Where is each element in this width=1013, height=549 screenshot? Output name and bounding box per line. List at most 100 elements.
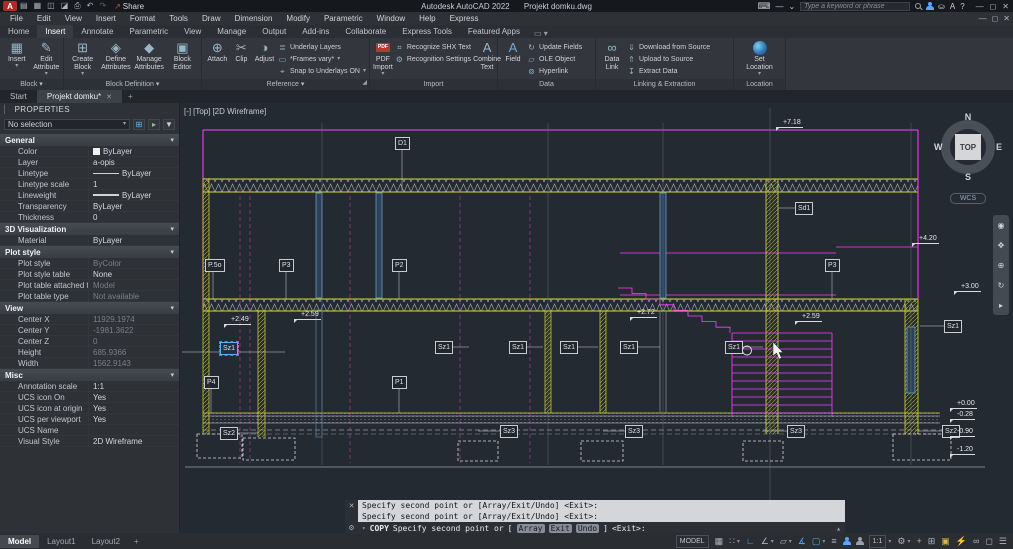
new-drawing-button[interactable]: +: [122, 90, 139, 103]
snap-mode-icon[interactable]: ∷: [729, 536, 735, 547]
beam-mark-p1[interactable]: P1: [392, 376, 407, 389]
prop-material[interactable]: MaterialByLayer: [0, 235, 179, 246]
option-array[interactable]: Array: [517, 524, 545, 533]
layout-tab-model[interactable]: Model: [0, 535, 39, 548]
sign-in-icon[interactable]: [926, 2, 933, 10]
tab-projekt-domku[interactable]: Projekt domku*✕: [37, 90, 122, 103]
compass-east[interactable]: E: [996, 142, 1002, 152]
section-mark-d1[interactable]: D1: [395, 137, 410, 150]
help-icon[interactable]: ?: [960, 2, 964, 11]
search-icon[interactable]: [915, 3, 921, 9]
insert-block-button[interactable]: ▦Insert▾: [3, 40, 31, 69]
snap-to-underlays-dropdown[interactable]: ⌖Snap to Underlays ON ▾: [278, 66, 366, 77]
save-as-icon[interactable]: ◪: [61, 1, 69, 11]
panel-label-block[interactable]: Block ▾: [0, 79, 63, 90]
annotation-visibility-icon[interactable]: [843, 537, 850, 545]
model-space-canvas[interactable]: [-][Top][2D Wireframe]: [180, 103, 1013, 533]
menu-dimension[interactable]: Dimension: [235, 14, 273, 23]
section-general[interactable]: General▾: [0, 134, 179, 146]
panel-label-location[interactable]: Location: [734, 79, 785, 90]
command-input-line[interactable]: ▾ COPY Specify second point or [ArrayExi…: [358, 522, 845, 533]
clip-button[interactable]: ✂Clip: [232, 40, 251, 64]
viewport-view-control[interactable]: [Top]: [193, 107, 210, 116]
layout-tab-layout1[interactable]: Layout1: [39, 535, 83, 548]
menu-tools[interactable]: Tools: [169, 14, 188, 23]
customization-icon[interactable]: ☰: [999, 536, 1007, 547]
doc-restore-button[interactable]: ◻: [992, 14, 999, 23]
prop-ucs-name[interactable]: UCS Name: [0, 425, 179, 436]
section-view[interactable]: View▾: [0, 302, 179, 314]
wall-mark-sz3-c[interactable]: Sz3: [787, 425, 805, 438]
wall-mark-sz1-e[interactable]: Sz1: [725, 341, 743, 354]
beam-mark-p5o[interactable]: P.5o: [205, 259, 225, 272]
prop-thickness[interactable]: Thickness0: [0, 212, 179, 223]
compass-south[interactable]: S: [965, 172, 971, 182]
prop-center-z[interactable]: Center Z0: [0, 336, 179, 347]
option-exit[interactable]: Exit: [549, 524, 572, 533]
ole-object-button[interactable]: ▱OLE Object: [527, 54, 582, 65]
isodraft-icon[interactable]: ▱: [780, 536, 787, 547]
pan-icon[interactable]: ✥: [998, 241, 1005, 250]
viewcube[interactable]: N S W E TOP: [936, 115, 1000, 179]
combine-text-button[interactable]: ACombine Text: [473, 40, 501, 72]
beam-mark-p3-left[interactable]: P3: [279, 259, 294, 272]
save-icon[interactable]: ◫: [47, 1, 55, 11]
new-file-icon[interactable]: ▤: [20, 1, 28, 11]
tab-featured-apps[interactable]: Featured Apps: [460, 25, 528, 38]
redo-icon[interactable]: ↷: [99, 1, 106, 11]
adjust-button[interactable]: ◑Adjust: [253, 40, 276, 64]
selection-dropdown[interactable]: No selection▾: [4, 119, 130, 130]
manage-attributes-button[interactable]: ◆Manage Attributes: [134, 40, 165, 72]
command-expand-icon[interactable]: ▴: [836, 524, 841, 533]
keyboard-icon[interactable]: ⌨: [757, 1, 770, 12]
autocad-logo[interactable]: A: [3, 1, 17, 11]
prop-plot-style[interactable]: Plot styleByColor: [0, 258, 179, 269]
upload-to-source-button[interactable]: ⇑Upload to Source: [627, 54, 710, 65]
menu-express[interactable]: Express: [450, 14, 479, 23]
wall-mark-sz1-b[interactable]: Sz1: [509, 341, 527, 354]
command-window[interactable]: ✕ ⚙ Specify second point or [Array/Exit/…: [345, 500, 845, 533]
wall-mark-sz1-selected[interactable]: Sz1: [220, 342, 238, 355]
menu-edit[interactable]: Edit: [37, 14, 51, 23]
recognize-shx-button[interactable]: ⌗Recognize SHX Text: [395, 42, 471, 53]
beam-mark-p4[interactable]: P4: [204, 376, 219, 389]
define-attributes-button[interactable]: ◈Define Attributes: [100, 40, 131, 72]
underlay-layers-button[interactable]: ≣Underlay Layers: [278, 42, 366, 53]
minimize-panel-icon[interactable]: —: [775, 2, 783, 11]
frames-vary-dropdown[interactable]: ▭*Frames vary* ▾: [278, 54, 366, 65]
field-button[interactable]: AField: [501, 40, 525, 64]
minimize-button[interactable]: —: [976, 2, 984, 11]
select-objects-icon[interactable]: ▸: [148, 119, 160, 130]
block-editor-button[interactable]: ▣Block Editor: [167, 40, 198, 72]
ortho-mode-icon[interactable]: ∟: [746, 536, 755, 546]
chevron-down-icon[interactable]: ⌄: [788, 2, 795, 11]
viewport-visual-style-control[interactable]: [2D Wireframe]: [212, 107, 266, 116]
plot-icon[interactable]: ⎙: [74, 1, 80, 11]
option-undo[interactable]: Undo: [576, 524, 599, 533]
open-folder-icon[interactable]: ▦: [34, 1, 42, 11]
pdf-import-button[interactable]: PDFPDF Import▾: [373, 40, 393, 77]
create-block-button[interactable]: ⊞Create Block▾: [67, 40, 98, 77]
wall-mark-sz1-right[interactable]: Sz1: [944, 320, 962, 333]
dialog-launcher-icon[interactable]: ◢: [362, 78, 367, 89]
prop-center-x[interactable]: Center X11929.1974: [0, 314, 179, 325]
prop-ucs-icon-on[interactable]: UCS icon OnYes: [0, 392, 179, 403]
quick-properties-icon[interactable]: ⊞: [928, 536, 936, 547]
prop-plot-table-type[interactable]: Plot table typeNot available: [0, 291, 179, 302]
menu-view[interactable]: View: [65, 14, 82, 23]
data-link-button[interactable]: ∞Data Link: [599, 40, 625, 72]
prop-center-y[interactable]: Center Y-1981.3622: [0, 325, 179, 336]
navigation-bar[interactable]: ◉ ✥ ⊕ ↻ ▸: [993, 215, 1009, 315]
panel-label-reference[interactable]: Reference ▾◢: [202, 79, 369, 90]
data-link-status-icon[interactable]: ∞: [973, 536, 979, 546]
wall-mark-sz1-a[interactable]: Sz1: [435, 341, 453, 354]
command-options-icon[interactable]: ▾: [362, 526, 366, 531]
menu-parametric[interactable]: Parametric: [324, 14, 363, 23]
close-tab-icon[interactable]: ✕: [106, 93, 112, 101]
tab-collaborate[interactable]: Collaborate: [337, 25, 394, 38]
orbit-icon[interactable]: ↻: [998, 281, 1005, 290]
edit-attribute-button[interactable]: ✎Edit Attribute▾: [33, 40, 61, 77]
prop-color[interactable]: ColorByLayer: [0, 146, 179, 157]
doc-minimize-button[interactable]: —: [979, 14, 987, 23]
tab-parametric[interactable]: Parametric: [121, 25, 176, 38]
